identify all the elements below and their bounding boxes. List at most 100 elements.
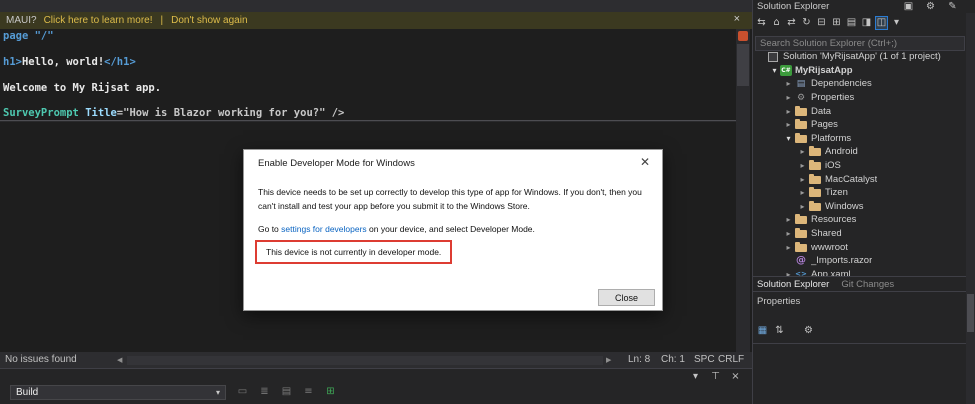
collapsed-arrow-icon[interactable]: ▸ [783, 120, 794, 129]
collapsed-arrow-icon[interactable]: ▸ [783, 229, 794, 238]
tree-item-app-xaml[interactable]: ▸<>App.xaml [753, 268, 966, 277]
hscroll-left-icon[interactable]: ◀ [117, 356, 122, 364]
preview-selected-icon[interactable]: ◫ [875, 16, 888, 30]
code-line-1[interactable]: page "/" [3, 30, 344, 43]
categorized-icon[interactable]: ▦ [756, 324, 769, 338]
editor-vertical-scrollbar[interactable] [736, 29, 750, 352]
view-code-icon[interactable]: ▤ [845, 16, 858, 30]
status-line-number[interactable]: Ln: 8 [628, 354, 650, 365]
collapse-all-icon[interactable]: ⊟ [815, 16, 828, 30]
tree-item-windows[interactable]: ▸Windows [753, 200, 966, 214]
collapsed-arrow-icon[interactable]: ▸ [783, 243, 794, 252]
expanded-arrow-icon[interactable]: ▾ [769, 66, 780, 75]
project-icon: C# [780, 65, 792, 76]
code-token: SurveyPrompt [3, 107, 85, 119]
code-line-3[interactable]: h1>Hello, world!</h1> [3, 56, 344, 69]
tree-item-tizen[interactable]: ▸Tizen [753, 186, 966, 200]
close-button[interactable]: Close [598, 289, 655, 306]
switch-views-icon[interactable]: ⇄ [785, 16, 798, 30]
alphabetical-icon[interactable]: ⇅ [773, 324, 786, 338]
show-output-from-icon[interactable]: ▤ [280, 385, 293, 399]
collapsed-arrow-icon[interactable]: ▸ [797, 147, 808, 156]
collapsed-arrow-icon[interactable]: ▸ [783, 107, 794, 116]
toggle-word-wrap-icon[interactable]: ≣ [258, 385, 271, 399]
back-forward-icon[interactable]: ⇆ [755, 16, 768, 30]
close-icon[interactable]: × [729, 370, 742, 384]
code-token: Title [85, 107, 117, 119]
status-spaces[interactable]: SPC [694, 354, 715, 365]
tree-item-resources[interactable]: ▸ Resources [753, 213, 966, 227]
dialog-body: This device needs to be set up correctly… [244, 175, 662, 264]
clear-all-icon[interactable]: ▭ [236, 385, 249, 399]
collapsed-arrow-icon[interactable]: ▸ [797, 188, 808, 197]
collapsed-arrow-icon[interactable]: ▸ [797, 175, 808, 184]
caret-down-icon[interactable]: ▾ [689, 370, 702, 384]
code-line-4[interactable] [3, 69, 344, 82]
status-column[interactable]: Ch: 1 [661, 354, 685, 365]
code-line-7[interactable]: SurveyPrompt Title="How is Blazor workin… [3, 107, 344, 120]
code-token: page [3, 30, 35, 42]
tab-git-changes[interactable]: Git Changes [837, 279, 902, 290]
tree-item-wwwroot[interactable]: ▸wwwroot [753, 240, 966, 254]
learn-more-link[interactable]: Click here to learn more! [44, 15, 153, 26]
tree-item-maccatalyst[interactable]: ▸MacCatalyst [753, 172, 966, 186]
folder-icon [808, 187, 822, 198]
code-line-5[interactable]: Welcome to My Rijsat app. [3, 82, 344, 95]
folder-icon [794, 119, 808, 130]
code-token: </h1> [104, 56, 136, 68]
tree-item-data[interactable]: ▸Data [753, 104, 966, 118]
pin-icon[interactable]: ⊤ [709, 370, 722, 384]
hscroll-right-icon[interactable]: ▶ [606, 356, 611, 364]
tree-item-dependencies[interactable]: ▸▤Dependencies [753, 77, 966, 91]
track-active-item-icon[interactable]: ◨ [860, 16, 873, 30]
tree-item-android[interactable]: ▸Android [753, 145, 966, 159]
tree-item-solution-myrijsatapp-1-of-1-project[interactable]: Solution 'MyRijsatApp' (1 of 1 project) [753, 50, 966, 64]
tree-item-platforms[interactable]: ▾Platforms [753, 132, 966, 146]
refresh-icon[interactable]: ↻ [800, 16, 813, 30]
search-input[interactable] [755, 36, 965, 51]
output-pane-selector[interactable]: Build ▾ [10, 385, 226, 400]
tree-item-pages[interactable]: ▸Pages [753, 118, 966, 132]
scrollbar-annotation-marker [738, 31, 748, 41]
dialog-close-icon[interactable]: ✕ [640, 155, 650, 169]
dont-show-again-link[interactable]: Don't show again [171, 15, 247, 26]
home-icon[interactable]: ⌂ [770, 16, 783, 30]
tree-item-myrijsatapp[interactable]: ▾C#MyRijsatApp [753, 64, 966, 78]
properties-panel-title: Properties [757, 296, 800, 307]
code-area[interactable]: page "/" h1>Hello, world!</h1> Welcome to … [3, 30, 344, 120]
wrench-icon[interactable]: ⚙ [924, 0, 937, 14]
messages-icon[interactable]: ≡ [302, 385, 315, 399]
dialog-titlebar[interactable]: Enable Developer Mode for Windows ✕ [244, 150, 662, 175]
tab-solution-explorer[interactable]: Solution Explorer [753, 279, 837, 290]
filter-icon[interactable]: ⊞ [324, 385, 337, 399]
hscroll-track[interactable] [127, 356, 603, 365]
code-line-2[interactable] [3, 43, 344, 56]
tree-item-ios[interactable]: ▸iOS [753, 159, 966, 173]
expanded-arrow-icon[interactable]: ▾ [783, 134, 794, 143]
tree-item-properties[interactable]: ▸⚙Properties [753, 91, 966, 105]
status-line-ending[interactable]: CRLF [718, 354, 744, 365]
code-line-6[interactable] [3, 94, 344, 107]
folder-icon [808, 201, 822, 212]
editor-splitter[interactable] [0, 120, 736, 122]
infobar-text: MAUI? [6, 15, 37, 26]
infobar-close-icon[interactable]: × [734, 13, 740, 25]
tree-item-imports-razor[interactable]: @_Imports.razor [753, 254, 966, 268]
show-all-files-icon[interactable]: ⊞ [830, 16, 843, 30]
collapsed-arrow-icon[interactable]: ▸ [783, 93, 794, 102]
panel-scrollbar-thumb[interactable] [967, 294, 974, 332]
layout-icon[interactable]: ▣ [902, 0, 915, 14]
tree-item-shared[interactable]: ▸Shared [753, 227, 966, 241]
panel-scrollbar[interactable] [966, 13, 975, 404]
settings-for-developers-link[interactable]: settings for developers [281, 224, 367, 234]
property-pages-icon[interactable]: ⚙ [802, 324, 815, 338]
collapsed-arrow-icon[interactable]: ▸ [783, 79, 794, 88]
dropdown-caret-icon[interactable]: ▾ [890, 16, 903, 30]
collapsed-arrow-icon[interactable]: ▸ [797, 161, 808, 170]
collapsed-arrow-icon[interactable]: ▸ [797, 202, 808, 211]
editor-scrollbar-thumb[interactable] [737, 44, 749, 86]
tree-item-label: Resources [811, 214, 856, 225]
pencil-icon[interactable]: ✎ [946, 0, 959, 14]
collapsed-arrow-icon[interactable]: ▸ [783, 215, 794, 224]
issues-indicator[interactable]: No issues found [5, 354, 77, 365]
